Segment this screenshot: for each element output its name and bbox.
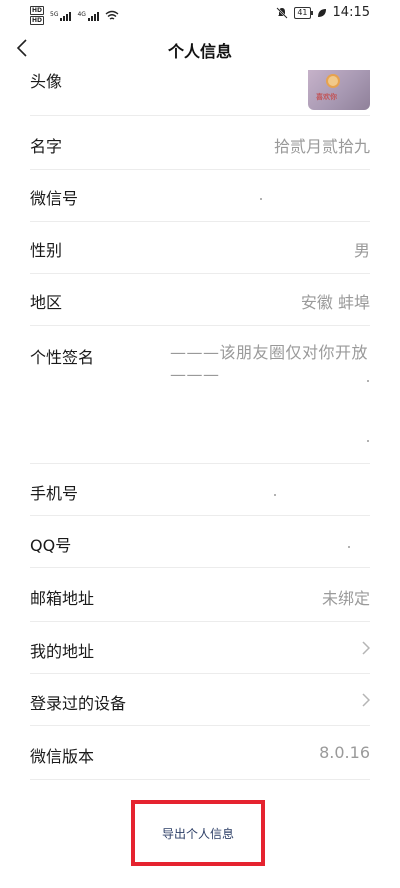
row-label: 个性签名 xyxy=(30,348,95,367)
redaction-dot xyxy=(260,198,262,200)
redaction-dot xyxy=(367,380,369,382)
row-phone[interactable]: 手机号 xyxy=(30,464,370,516)
network-label-2: 4G xyxy=(77,10,86,18)
chevron-right-icon xyxy=(362,693,370,707)
row-avatar[interactable]: 头像 喜欢你 xyxy=(30,58,370,116)
row-value: 未绑定 xyxy=(321,589,370,608)
hd-icon: HD HD xyxy=(30,6,45,25)
avatar[interactable]: 喜欢你 xyxy=(308,70,370,110)
row-label: 性别 xyxy=(30,241,63,260)
row-email[interactable]: 邮箱地址 未绑定 xyxy=(30,568,370,622)
status-time: 14:15 xyxy=(332,5,370,20)
battery-icon: 41 xyxy=(294,6,313,19)
row-my-address[interactable]: 我的地址 xyxy=(30,622,370,674)
row-label: 名字 xyxy=(30,137,63,156)
row-region[interactable]: 地区 安徽 蚌埠 xyxy=(30,274,370,326)
row-name[interactable]: 名字 拾贰月贰拾九 xyxy=(30,116,370,170)
row-wechat-id[interactable]: 微信号 xyxy=(30,170,370,222)
wifi-icon xyxy=(105,10,119,20)
row-value: 安徽 蚌埠 xyxy=(300,293,370,312)
network-label-1: 5G xyxy=(50,10,59,18)
avatar-text: 喜欢你 xyxy=(316,93,337,101)
row-label: 邮箱地址 xyxy=(30,589,95,608)
status-bar: HD HD 5G 4G 41 14:15 xyxy=(0,0,400,28)
redaction-dot xyxy=(348,546,350,548)
mute-bell-icon xyxy=(276,6,289,19)
leaf-icon xyxy=(317,8,326,17)
avatar-flower-center xyxy=(328,76,338,86)
row-label: QQ号 xyxy=(30,536,72,555)
row-label: 手机号 xyxy=(30,484,79,503)
redaction-dot xyxy=(367,440,369,442)
row-label: 地区 xyxy=(30,293,63,312)
signal-icon-1: 5G xyxy=(50,10,72,21)
export-highlight-box: 导出个人信息 xyxy=(131,800,265,866)
row-label: 我的地址 xyxy=(30,642,95,661)
chevron-right-icon xyxy=(362,641,370,655)
signature-value: ———该朋友圈仅对你开放——— xyxy=(170,343,369,384)
row-version[interactable]: 微信版本 8.0.16 xyxy=(30,726,370,780)
row-value: 拾贰月贰拾九 xyxy=(273,137,370,156)
row-label: 头像 xyxy=(30,72,63,91)
row-label: 微信版本 xyxy=(30,747,95,766)
status-bar-left: HD HD 5G 4G xyxy=(30,6,119,25)
row-value: 男 xyxy=(353,241,370,260)
status-bar-right: 41 14:15 xyxy=(276,5,370,20)
row-label: 微信号 xyxy=(30,189,79,208)
redaction-dot xyxy=(274,494,276,496)
row-devices[interactable]: 登录过的设备 xyxy=(30,674,370,726)
signal-icon-2: 4G xyxy=(77,10,99,21)
row-label: 登录过的设备 xyxy=(30,694,127,713)
row-gender[interactable]: 性别 男 xyxy=(30,222,370,274)
row-signature[interactable]: 个性签名 ———该朋友圈仅对你开放——— xyxy=(30,326,370,464)
row-value: 8.0.16 xyxy=(319,743,370,762)
row-qq[interactable]: QQ号 xyxy=(30,516,370,568)
export-personal-info-button[interactable]: 导出个人信息 xyxy=(162,825,234,842)
